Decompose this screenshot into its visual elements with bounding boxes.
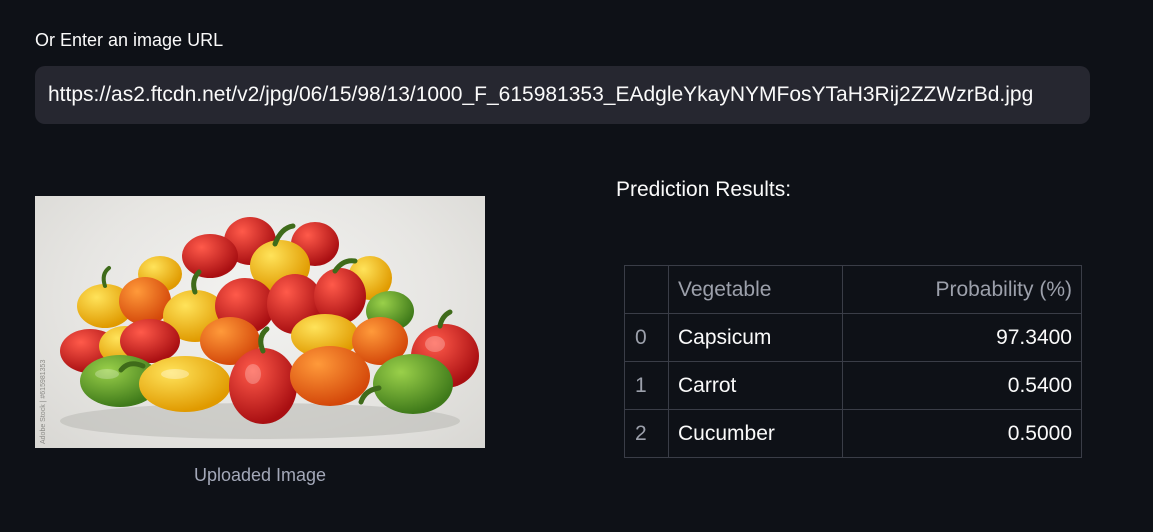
url-field-label: Or Enter an image URL	[35, 30, 224, 50]
index-column-header[interactable]	[624, 265, 669, 314]
prediction-table: Vegetable Probability (%) 0 Capsicum 97.…	[624, 265, 1082, 458]
row-index: 0	[624, 313, 669, 362]
table-row: 1 Carrot 0.5400	[624, 361, 1082, 410]
prediction-title: Prediction Results:	[616, 178, 792, 201]
vegetable-cell: Cucumber	[668, 409, 843, 458]
table-row: 0 Capsicum 97.3400	[624, 313, 1082, 362]
url-input[interactable]: https://as2.ftcdn.net/v2/jpg/06/15/98/13…	[35, 66, 1090, 124]
uploaded-image: Adobe Stock | #615981353	[35, 196, 485, 448]
row-index: 1	[624, 361, 669, 410]
table-row: 2 Cucumber 0.5000	[624, 409, 1082, 458]
probability-cell: 0.5400	[842, 361, 1082, 410]
vegetable-column-header[interactable]: Vegetable	[668, 265, 843, 314]
vegetable-cell: Carrot	[668, 361, 843, 410]
vegetable-cell: Capsicum	[668, 313, 843, 362]
table-header-row: Vegetable Probability (%)	[624, 265, 1082, 314]
peppers-photo: Adobe Stock | #615981353	[40, 217, 479, 444]
probability-cell: 97.3400	[842, 313, 1082, 362]
row-index: 2	[624, 409, 669, 458]
probability-cell: 0.5000	[842, 409, 1082, 458]
image-watermark: Adobe Stock | #615981353	[40, 360, 47, 444]
probability-column-header[interactable]: Probability (%)	[842, 265, 1082, 314]
image-caption: Uploaded Image	[193, 465, 327, 485]
